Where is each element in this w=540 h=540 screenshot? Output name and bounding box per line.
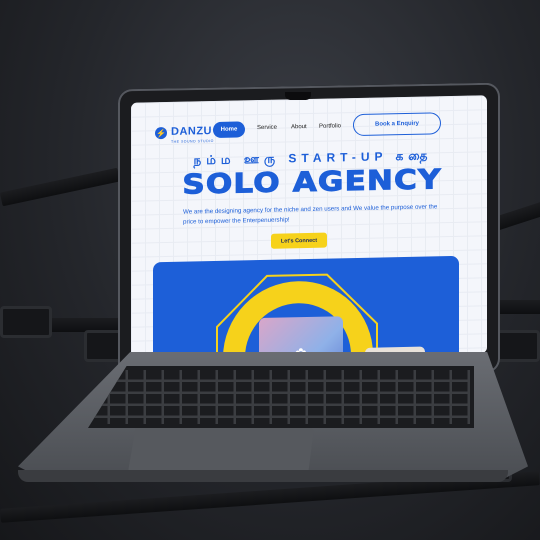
hero-banner: ✿ [153,255,459,361]
laptop: ⚡ DANZU THE SOUND STUDIO Home Service Ab… [0,0,540,540]
keys [92,370,470,424]
nav-home-button[interactable]: Home [213,121,245,139]
nav-about-link[interactable]: About [291,124,307,130]
logo[interactable]: ⚡ DANZU THE SOUND STUDIO [155,121,214,144]
navbar: ⚡ DANZU THE SOUND STUDIO Home Service Ab… [141,107,477,148]
logo-mark-icon: ⚡ [155,126,167,140]
laptop-front-edge [18,470,508,482]
trackpad [128,428,314,472]
nav-service-link[interactable]: Service [257,125,277,131]
logo-text: DANZU [171,125,212,138]
nav-portfolio-link[interactable]: Portfolio [319,123,341,129]
page-title: SOLO AGENCY [182,164,442,202]
keyboard [88,366,474,428]
lets-connect-button[interactable]: Let's Connect [271,232,327,249]
camera-notch [285,92,311,100]
book-enquiry-button[interactable]: Book a Enquiry [353,112,441,137]
logo-subtitle: THE SOUND STUDIO [171,138,214,144]
website-screen: ⚡ DANZU THE SOUND STUDIO Home Service Ab… [131,95,487,361]
